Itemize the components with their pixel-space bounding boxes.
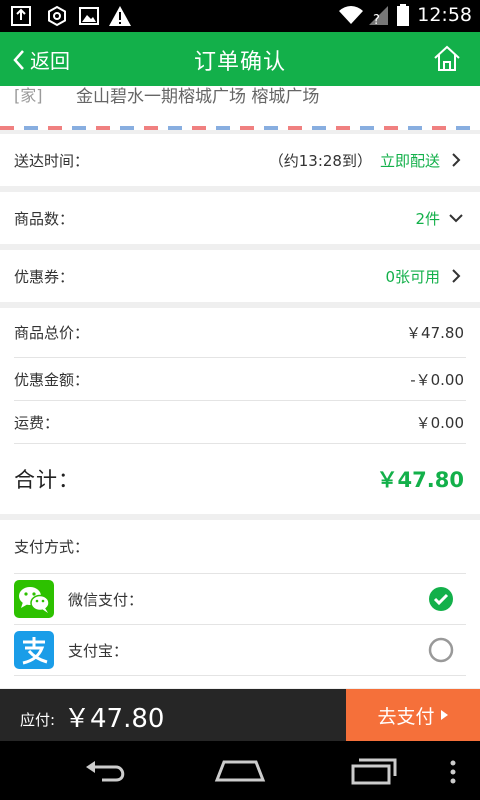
clock: 12:58 xyxy=(417,4,472,26)
pay-button[interactable]: 去支付 xyxy=(346,689,480,741)
delivery-time-label: 送达时间： xyxy=(14,151,90,170)
pay-button-label: 去支付 xyxy=(377,705,435,728)
image-notification-icon xyxy=(79,7,99,25)
discount-label: 优惠金额： xyxy=(14,370,90,389)
payment-option-alipay[interactable]: 支付宝： xyxy=(14,625,466,676)
system-navigation-bar xyxy=(0,741,480,800)
chevron-right-icon xyxy=(452,153,461,167)
shipping-row: 运费： ￥0.00 xyxy=(14,401,466,444)
alipay-icon xyxy=(14,631,54,669)
subtotal-row: 商品总价： ￥47.80 xyxy=(14,308,466,358)
payment-option-name: 微信支付： xyxy=(68,590,144,609)
back-label: 返回 xyxy=(30,49,70,73)
triangle-right-icon xyxy=(440,710,448,720)
payment-option-name: 支付宝： xyxy=(68,641,129,660)
due-label: 应付: xyxy=(20,711,56,729)
signal-icon: ? xyxy=(369,6,388,26)
order-content[interactable]: [家] 金山碧水一期榕城广场 榕城广场 送达时间： （约13:28到） 立即配送… xyxy=(0,86,480,688)
address-text: 金山碧水一期榕城广场 榕城广场 xyxy=(76,87,320,107)
more-options-icon[interactable] xyxy=(448,759,458,785)
total-value: ￥47.80 xyxy=(376,468,464,492)
wechat-pay-icon xyxy=(14,580,54,618)
delivery-eta: （约13:28到） xyxy=(268,151,372,170)
battery-icon xyxy=(397,4,409,26)
item-count-value: 2件 xyxy=(415,209,440,228)
update-notification-icon xyxy=(11,6,31,26)
home-nav-icon[interactable] xyxy=(214,758,266,784)
svg-text:?: ? xyxy=(373,13,380,26)
subtotal-label: 商品总价： xyxy=(14,324,90,342)
payment-option-wechat[interactable]: 微信支付： xyxy=(14,574,466,625)
order-confirm-screen: ? 12:58 返回 订单确认 [家] 金山碧水一期榕城广场 榕城广场 送达时间… xyxy=(0,0,480,800)
delivery-address[interactable]: [家] 金山碧水一期榕城广场 榕城广场 xyxy=(0,86,480,126)
chevron-left-icon xyxy=(13,49,24,70)
shipping-label: 运费： xyxy=(14,413,60,432)
page-title: 订单确认 xyxy=(193,50,286,75)
back-nav-icon[interactable] xyxy=(82,758,130,786)
shipping-value: ￥0.00 xyxy=(415,413,464,432)
unchecked-circle-icon[interactable] xyxy=(428,637,454,663)
subtotal-value: ￥47.80 xyxy=(406,324,464,342)
checkout-bar: 应付: ￥47.80 去支付 xyxy=(0,689,480,741)
payment-method-title: 支付方式： xyxy=(14,520,466,574)
wifi-icon xyxy=(339,6,363,24)
chevron-down-icon xyxy=(449,214,463,223)
status-bar: ? 12:58 xyxy=(0,0,480,32)
due-amount: ￥47.80 xyxy=(64,704,165,734)
settings-notification-icon xyxy=(48,5,66,27)
coupon-row[interactable]: 优惠券： 0张可用 xyxy=(0,250,480,302)
checked-circle-icon[interactable] xyxy=(428,586,454,612)
total-row: 合计： ￥47.80 xyxy=(14,444,466,514)
back-button[interactable]: 返回 xyxy=(12,45,70,74)
chevron-right-icon xyxy=(452,269,461,283)
home-icon[interactable] xyxy=(432,44,462,72)
payment-method-section: 支付方式： 微信支付： 支付宝： xyxy=(0,520,480,688)
warning-notification-icon xyxy=(109,6,131,26)
delivery-mode: 立即配送 xyxy=(379,151,440,170)
recent-apps-icon[interactable] xyxy=(350,756,398,786)
total-label: 合计： xyxy=(14,468,80,492)
price-summary: 商品总价： ￥47.80 优惠金额： -￥0.00 运费： ￥0.00 合计： … xyxy=(0,308,480,514)
discount-value: -￥0.00 xyxy=(410,370,464,389)
top-bar: 返回 订单确认 xyxy=(0,32,480,86)
coupon-available: 0张可用 xyxy=(385,267,440,286)
item-count-label: 商品数： xyxy=(14,209,75,228)
delivery-time-row[interactable]: 送达时间： （约13:28到） 立即配送 xyxy=(0,134,480,186)
item-count-row[interactable]: 商品数： 2件 xyxy=(0,192,480,244)
coupon-label: 优惠券： xyxy=(14,267,75,286)
discount-row: 优惠金额： -￥0.00 xyxy=(14,358,466,401)
address-tag: [家] xyxy=(14,86,43,105)
